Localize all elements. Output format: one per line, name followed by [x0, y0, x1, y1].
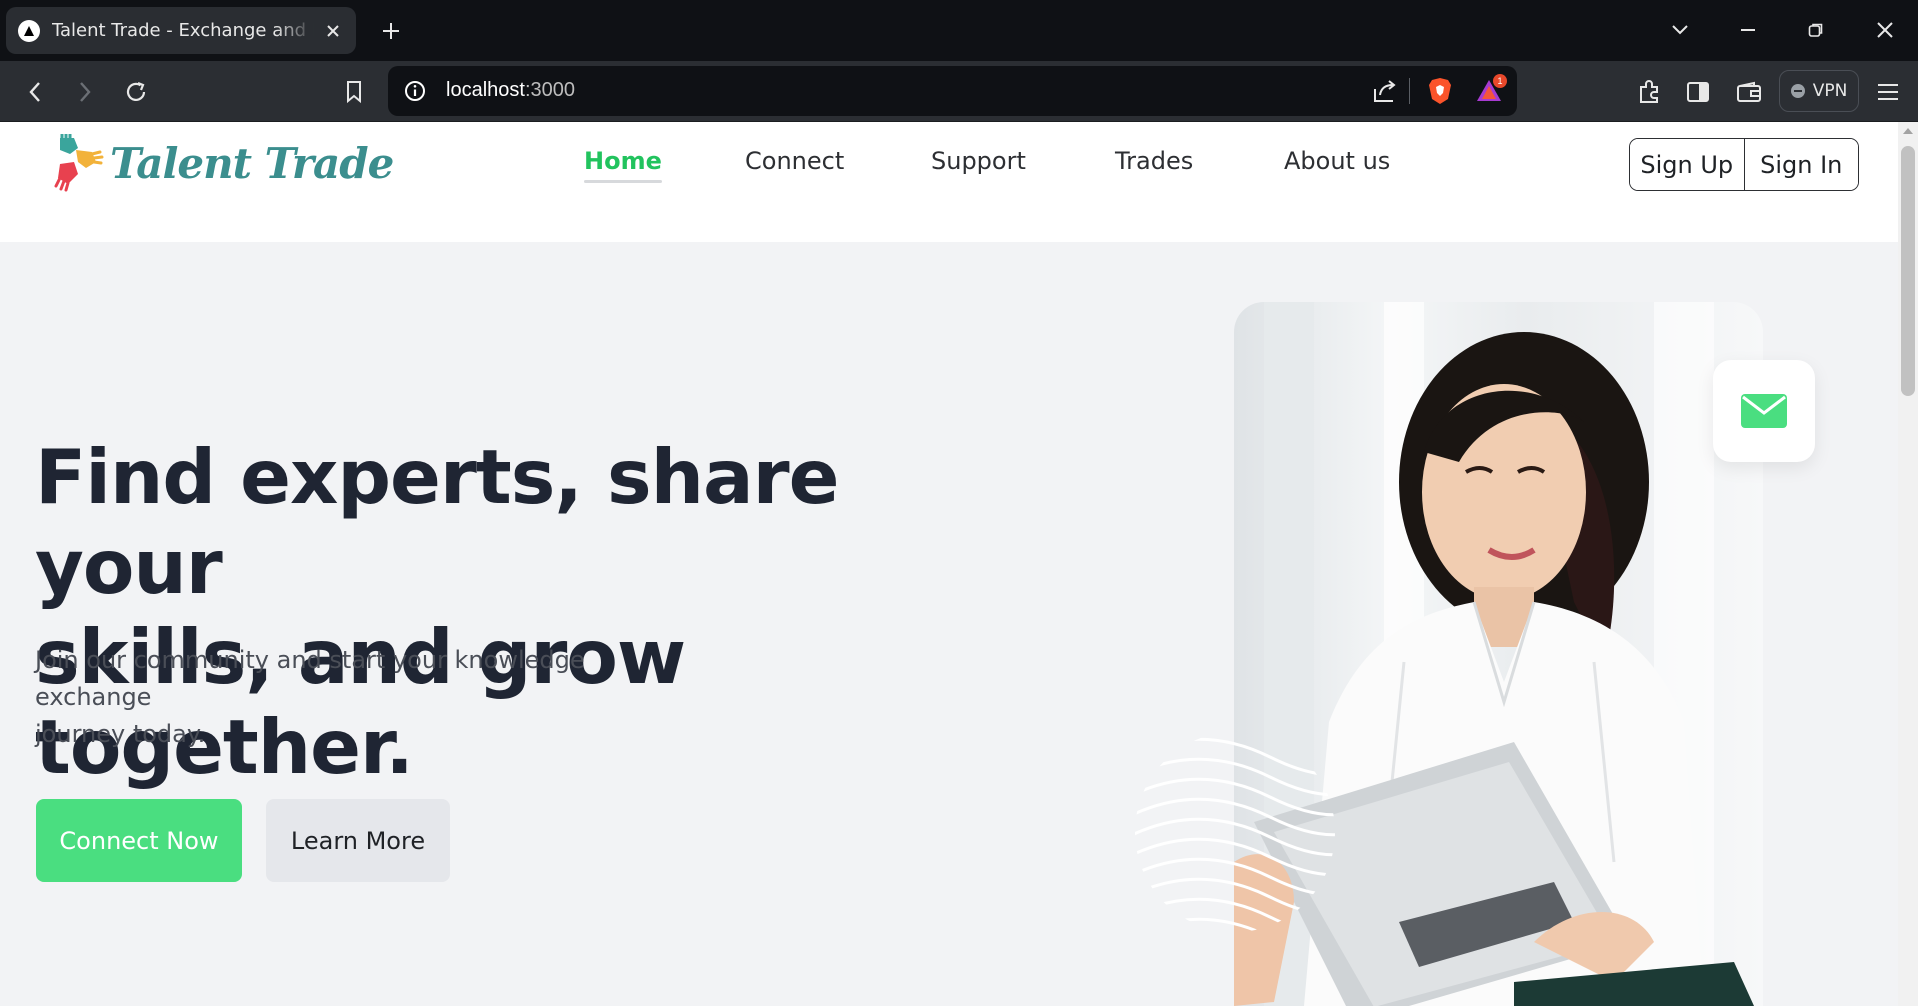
header-spacer [0, 206, 1898, 242]
nav-link-connect[interactable]: Connect [745, 147, 844, 175]
web-page: Talent Trade Home Connect Support Trades… [0, 122, 1898, 1006]
back-icon[interactable] [17, 74, 53, 110]
extensions-icon[interactable] [1632, 74, 1668, 110]
brave-shields-icon[interactable] [1428, 77, 1452, 109]
close-tab-icon[interactable] [322, 20, 344, 42]
url-text: localhost:3000 [446, 79, 575, 102]
scroll-up-icon[interactable] [1903, 128, 1913, 134]
wallet-icon[interactable] [1731, 74, 1767, 110]
share-icon[interactable] [1372, 78, 1398, 108]
sign-in-button[interactable]: Sign In [1743, 139, 1858, 190]
vpn-label: VPN [1812, 81, 1848, 101]
url-host: localhost [446, 79, 525, 101]
rewards-badge-count: 1 [1497, 76, 1502, 86]
url-port: :3000 [524, 79, 575, 101]
learn-more-button[interactable]: Learn More [266, 799, 450, 882]
hands-logo-icon [54, 134, 104, 192]
connect-now-button[interactable]: Connect Now [36, 799, 242, 882]
nav-link-about-us[interactable]: About us [1284, 147, 1390, 175]
menu-icon[interactable] [1870, 74, 1906, 110]
sign-up-button[interactable]: Sign Up [1630, 139, 1744, 190]
sidebar-icon[interactable] [1680, 74, 1716, 110]
mail-card[interactable] [1713, 360, 1815, 462]
omnibox-divider [1409, 78, 1410, 104]
hero-title-line-1: Find experts, share your [35, 433, 840, 611]
nav-link-home[interactable]: Home [584, 147, 662, 183]
tab-favicon-icon [18, 19, 40, 42]
browser-tab[interactable]: Talent Trade - Exchange and Expertise [6, 7, 356, 54]
brand-logo[interactable]: Talent Trade [52, 134, 394, 192]
forward-icon[interactable] [67, 74, 103, 110]
auth-button-group: Sign Up Sign In [1629, 138, 1859, 191]
hero-subtitle: Join our community and start your knowle… [35, 642, 675, 753]
reload-icon[interactable] [118, 74, 154, 110]
decorative-swirl [1135, 737, 1335, 932]
hero-subtitle-line-2: journey today. [35, 720, 206, 748]
close-window-icon[interactable] [1868, 14, 1902, 46]
vpn-button[interactable]: VPN [1779, 70, 1859, 112]
address-bar[interactable]: localhost:3000 1 [388, 66, 1517, 116]
vpn-icon [1790, 84, 1805, 98]
browser-tab-strip: Talent Trade - Exchange and Expertise [0, 0, 1918, 61]
tab-title: Talent Trade - Exchange and Expertise [52, 20, 314, 41]
browser-toolbar: localhost:3000 1 VPN [0, 61, 1918, 122]
hero-subtitle-line-1: Join our community and start your knowle… [35, 646, 585, 711]
page-scrollbar[interactable] [1898, 122, 1918, 1006]
brand-name: Talent Trade [110, 138, 394, 188]
restore-icon[interactable] [1799, 14, 1833, 46]
nav-link-support[interactable]: Support [931, 147, 1026, 175]
minimize-icon[interactable] [1731, 14, 1765, 46]
nav-link-trades[interactable]: Trades [1115, 147, 1193, 175]
scrollbar-thumb[interactable] [1901, 146, 1915, 396]
site-info-icon[interactable] [404, 80, 426, 106]
site-header: Talent Trade Home Connect Support Trades… [0, 122, 1898, 206]
mail-icon [1741, 394, 1787, 428]
tab-search-icon[interactable] [1663, 14, 1697, 46]
new-tab-icon[interactable] [376, 16, 406, 46]
brave-rewards-icon[interactable]: 1 [1475, 74, 1509, 108]
bookmark-icon[interactable] [336, 74, 372, 110]
